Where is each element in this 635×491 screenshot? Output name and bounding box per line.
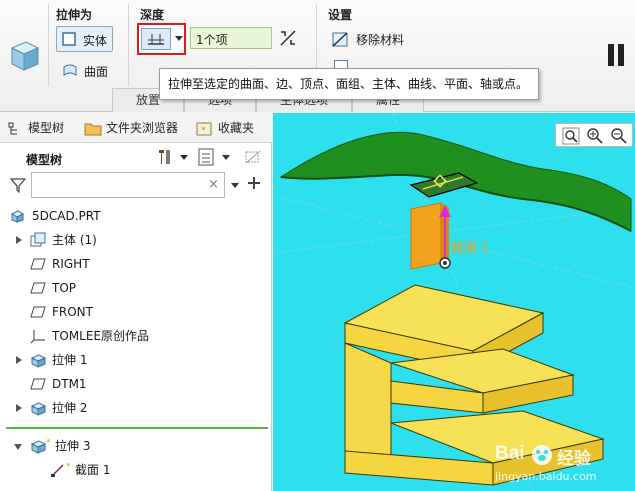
extrude-cube-icon <box>8 36 40 72</box>
tree-item-label: 拉伸 1 <box>52 353 88 367</box>
flip-direction-icon[interactable] <box>278 28 298 48</box>
depth-option-button[interactable] <box>137 23 186 55</box>
datum-plane-icon <box>30 378 46 390</box>
tree-item-bodies[interactable]: 主体 (1) <box>0 229 270 251</box>
sketch-icon <box>51 464 64 477</box>
solid-label: 实体 <box>83 34 108 48</box>
expand-icon[interactable] <box>16 404 22 412</box>
show-options-icon[interactable] <box>198 148 214 166</box>
folder-icon <box>84 123 102 136</box>
tab-model-tree-label: 模型树 <box>28 121 65 135</box>
depth-tooltip: 拉伸至选定的曲面、边、顶点、面组、主体、曲线、平面、轴或点。 <box>159 68 539 100</box>
svg-text:*: * <box>66 462 71 469</box>
tree-item-section-1[interactable]: * 截面 1 <box>0 459 270 481</box>
collapse-icon[interactable] <box>14 444 22 450</box>
tree-item-label: 拉伸 2 <box>52 401 88 415</box>
extrude-preview <box>410 202 442 270</box>
tab-folder-browser-label: 文件夹浏览器 <box>106 121 179 135</box>
extrude-feature-icon <box>30 402 46 416</box>
datum-plane-icon <box>30 306 46 318</box>
chevron-down-icon[interactable] <box>175 36 183 41</box>
tree-item-label: FRONT <box>52 305 93 319</box>
datum-plane-icon <box>30 258 46 270</box>
extrude-feature-icon <box>30 440 46 454</box>
tree-item-extrude-2[interactable]: 拉伸 2 <box>0 397 270 419</box>
tree-item-label: TOP <box>52 281 77 295</box>
tree-settings-dropdown-icon[interactable] <box>180 155 188 160</box>
body-icon <box>30 232 46 247</box>
filter-clear-icon[interactable]: × <box>208 177 219 192</box>
extrude-feature-icon <box>30 354 46 368</box>
add-filter-icon[interactable] <box>247 176 261 190</box>
watermark-suffix: 经验 <box>557 449 591 469</box>
tree-filter-input[interactable]: × <box>31 172 225 198</box>
depth-reference-value: 1个项 <box>196 33 228 47</box>
tree-item-dtm1[interactable]: DTM1 <box>0 373 270 395</box>
tree-item-label: TOMLEE原创作品 <box>52 329 149 343</box>
new-feature-star-icon: * <box>66 462 71 469</box>
tree-item-front-plane[interactable]: FRONT <box>0 301 270 323</box>
tree-item-label: RIGHT <box>52 257 90 271</box>
filter-dropdown-icon[interactable] <box>231 183 239 188</box>
tree-settings-icon[interactable] <box>156 148 176 166</box>
surface-icon <box>63 64 77 76</box>
insert-indicator[interactable] <box>6 427 268 429</box>
model-graphics[interactable] <box>273 113 635 491</box>
pause-icon[interactable] <box>606 44 626 66</box>
tree-item-right-plane[interactable]: RIGHT <box>0 253 270 275</box>
svg-text:*: * <box>201 126 206 136</box>
extrude-to-selected-icon <box>148 34 164 45</box>
tree-item-label: 5DCAD.PRT <box>32 209 101 223</box>
model-tree-icon <box>8 122 17 135</box>
expand-icon[interactable] <box>16 356 22 364</box>
solid-icon <box>62 32 76 46</box>
tree-item-label: 拉伸 3 <box>55 439 91 453</box>
tree-item-csys[interactable]: TOMLEE原创作品 <box>0 325 270 347</box>
depth-reference-field[interactable]: 1个项 <box>190 27 272 49</box>
watermark-brand: Bai <box>495 443 525 464</box>
new-feature-star-icon: * <box>46 438 51 445</box>
settings-title: 设置 <box>328 8 353 22</box>
datum-plane-icon <box>30 282 46 294</box>
favorites-icon: * <box>196 122 212 136</box>
tree-item-label: 截面 1 <box>75 463 111 477</box>
hidden-items-icon[interactable] <box>244 149 262 165</box>
filter-icon[interactable] <box>10 177 26 193</box>
navigator-panel: 模型树 文件夹浏览器 * 收藏夹 模型树 × 5DCAD.PRT 主体 (1) … <box>0 113 272 491</box>
svg-text:*: * <box>46 438 51 445</box>
part-icon <box>10 210 24 223</box>
remove-material-label: 移除材料 <box>356 33 405 47</box>
surface-label: 曲面 <box>84 65 109 79</box>
tree-item-extrude-3[interactable]: * 拉伸 3 <box>0 435 270 457</box>
model-tree-title: 模型树 <box>26 153 63 167</box>
baidu-paw-icon <box>532 445 552 465</box>
tree-item-part[interactable]: 5DCAD.PRT <box>0 205 270 227</box>
tree-item-extrude-1[interactable]: 拉伸 1 <box>0 349 270 371</box>
remove-material-button[interactable]: 移除材料 <box>330 28 410 50</box>
tree-item-label: 主体 (1) <box>52 233 97 247</box>
tree-item-top-plane[interactable]: TOP <box>0 277 270 299</box>
coordinate-system-icon <box>30 330 45 344</box>
extrude-as-title: 拉伸为 <box>56 8 93 22</box>
tree-item-label: DTM1 <box>52 377 87 391</box>
show-dropdown-icon[interactable] <box>222 155 230 160</box>
solid-button[interactable]: 实体 <box>56 26 113 52</box>
remove-material-icon <box>332 32 348 47</box>
baidu-watermark: Bai 经验 jingyan.baidu.com <box>495 439 631 487</box>
depth-title: 深度 <box>140 8 165 22</box>
graphics-viewport[interactable]: 截面 1 Bai 经验 jingyan.baidu.com <box>273 113 635 491</box>
surface-button[interactable]: 曲面 <box>60 60 120 82</box>
expand-icon[interactable] <box>16 236 22 244</box>
section-label[interactable]: 截面 1 <box>451 237 489 256</box>
tab-favorites-label: 收藏夹 <box>218 121 255 135</box>
watermark-url: jingyan.baidu.com <box>495 470 597 483</box>
